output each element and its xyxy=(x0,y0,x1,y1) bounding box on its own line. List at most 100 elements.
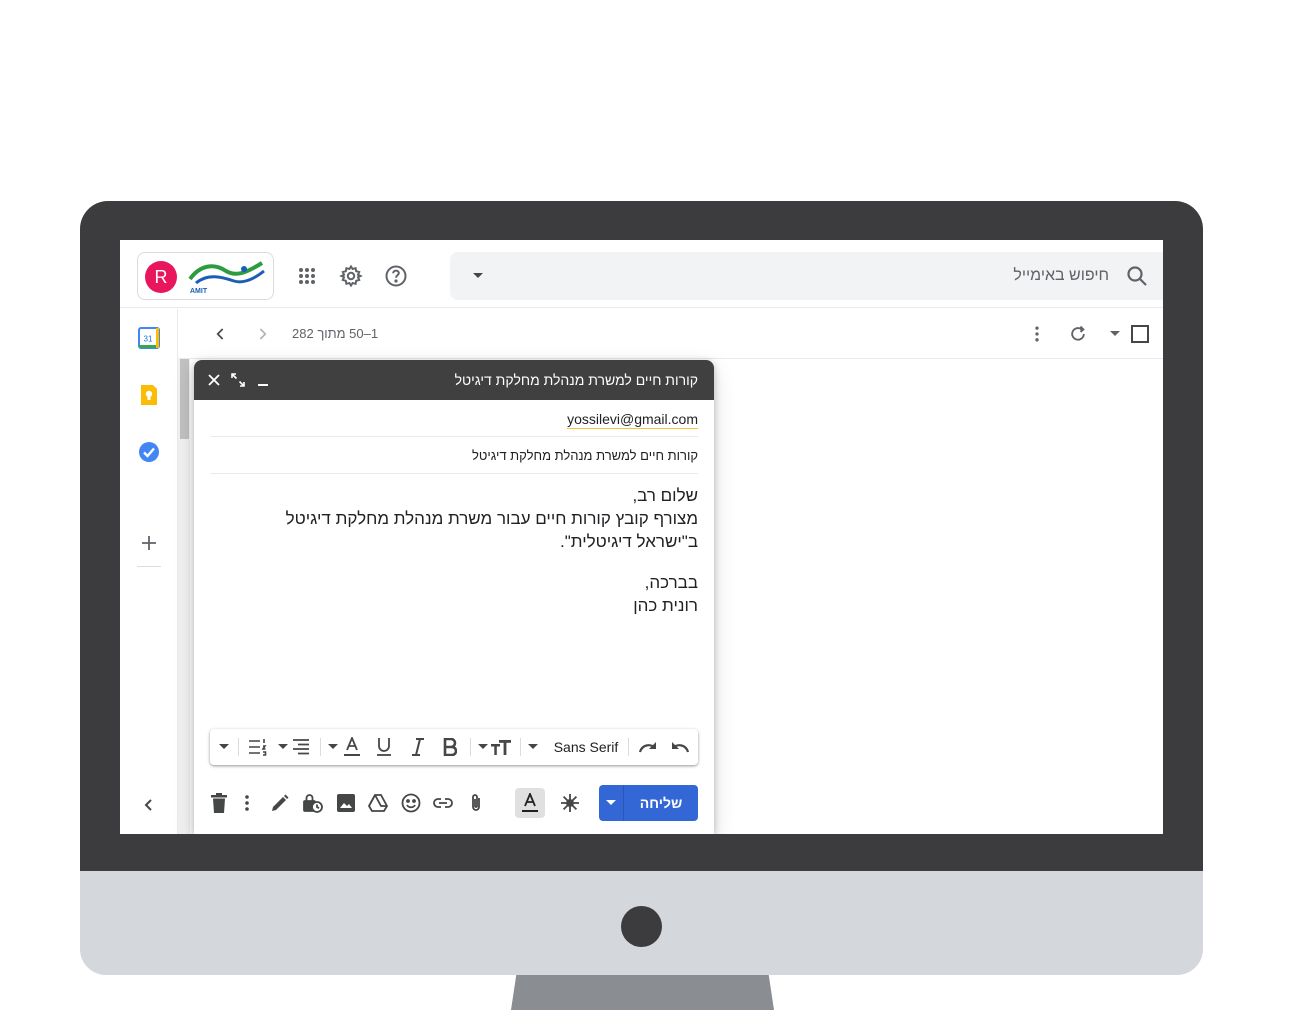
refresh-button[interactable] xyxy=(1066,322,1090,346)
send-button[interactable]: שליחה xyxy=(624,785,698,821)
insert-photo-button[interactable] xyxy=(334,791,358,815)
insert-link-button[interactable] xyxy=(431,791,455,815)
lock-clock-icon xyxy=(303,794,323,813)
more-options-icon xyxy=(245,795,249,811)
align-dropdown-icon xyxy=(278,744,288,749)
signature-button[interactable] xyxy=(268,791,292,815)
undo-button[interactable] xyxy=(668,735,692,759)
close-icon xyxy=(208,374,220,386)
align-icon xyxy=(293,739,309,755)
body-line: שלום רב, xyxy=(632,486,698,505)
fullscreen-button[interactable] xyxy=(228,370,248,390)
compose-header[interactable]: קורות חיים למשרת מנהלת מחלקת דיגיטל xyxy=(194,360,714,400)
close-button[interactable] xyxy=(204,370,224,390)
confidential-mode-button[interactable] xyxy=(301,791,325,815)
more-options-button[interactable] xyxy=(235,791,259,815)
undo-icon xyxy=(672,742,690,753)
discard-draft-button[interactable] xyxy=(207,791,231,815)
redo-button[interactable] xyxy=(636,735,660,759)
more-options-button[interactable] xyxy=(1025,322,1049,346)
numbered-list-button[interactable] xyxy=(246,735,270,759)
bold-button[interactable] xyxy=(438,735,462,759)
formatting-toolbar: Sans Serif xyxy=(210,729,698,765)
search-icon[interactable] xyxy=(1125,264,1149,288)
body-line: מצורף קובץ קורות חיים עבור משרת מנהלת מח… xyxy=(285,509,698,528)
collapse-icon[interactable] xyxy=(137,793,161,817)
compose-window: קורות חיים למשרת מנהלת מחלקת דיגיטל yoss… xyxy=(194,360,714,834)
text-color-dropdown[interactable] xyxy=(328,735,338,759)
help-button[interactable] xyxy=(376,256,416,296)
prev-page-button[interactable] xyxy=(209,322,233,346)
toolbar-divider xyxy=(628,738,629,756)
italic-icon xyxy=(412,738,424,756)
toolbar-divider xyxy=(238,738,239,756)
insert-drive-button[interactable] xyxy=(366,791,390,815)
attach-file-button[interactable] xyxy=(464,791,488,815)
formatting-toggle-icon xyxy=(522,793,538,812)
minimize-button[interactable] xyxy=(253,370,273,390)
minimize-icon xyxy=(258,384,268,386)
redo-icon xyxy=(638,742,656,753)
italic-button[interactable] xyxy=(406,735,430,759)
compose-title: קורות חיים למשרת מנהלת מחלקת דיגיטל xyxy=(454,372,698,388)
font-dropdown-icon xyxy=(528,744,538,749)
align-dropdown[interactable] xyxy=(278,735,288,759)
numbered-list-icon xyxy=(249,739,267,756)
keep-icon[interactable] xyxy=(137,383,161,407)
monitor-power-button xyxy=(621,906,662,947)
toolbar-divider xyxy=(320,738,321,756)
next-page-button[interactable] xyxy=(250,322,274,346)
screen: R AMIT חיפוש באימייל 31 1–50 מתוך 282 קו… xyxy=(120,240,1163,834)
subject-field[interactable]: קורות חיים למשרת מנהלת מחלקת דיגיטל xyxy=(210,437,698,474)
recipients-field[interactable]: yossilevi@gmail.com xyxy=(210,400,698,437)
tasks-icon[interactable] xyxy=(137,440,161,464)
insert-emoji-button[interactable] xyxy=(399,791,423,815)
scrollbar-thumb[interactable] xyxy=(180,359,189,439)
attach-icon xyxy=(472,794,480,811)
search-bar xyxy=(450,252,1163,300)
search-options-icon xyxy=(473,273,483,278)
more-vert-icon xyxy=(1035,326,1039,342)
text-color-button[interactable] xyxy=(340,735,364,759)
pagination-text: 1–50 מתוך 282 xyxy=(292,326,379,341)
message-list-toolbar: 1–50 מתוך 282 xyxy=(178,309,1163,359)
text-size-dropdown[interactable] xyxy=(478,735,488,759)
monitor-stand xyxy=(511,975,774,1010)
message-body[interactable]: שלום רב, מצורף קובץ קורות חיים עבור משרת… xyxy=(228,484,698,617)
body-line: ב"ישראל דיגיטלית". xyxy=(560,532,698,551)
text-size-button[interactable] xyxy=(490,735,512,759)
search-options-button[interactable] xyxy=(466,264,490,288)
drive-icon xyxy=(368,794,388,812)
help-me-write-button[interactable] xyxy=(558,791,582,815)
add-icon[interactable] xyxy=(137,531,161,555)
select-dropdown-icon xyxy=(1110,331,1120,336)
send-options-button[interactable] xyxy=(599,785,623,821)
subject-text[interactable]: קורות חיים למשרת מנהלת מחלקת דיגיטל xyxy=(472,448,698,463)
font-name: Sans Serif xyxy=(553,739,619,755)
font-dropdown[interactable] xyxy=(528,735,538,759)
account-chip[interactable]: R AMIT xyxy=(137,252,274,300)
recipient-chip[interactable]: yossilevi@gmail.com xyxy=(567,411,698,429)
send-button-group: שליחה xyxy=(599,785,698,821)
more-formatting-button[interactable] xyxy=(216,735,232,759)
settings-icon xyxy=(339,264,363,288)
underline-icon xyxy=(377,738,391,756)
font-family-select[interactable]: Sans Serif xyxy=(550,735,622,759)
settings-button[interactable] xyxy=(331,256,371,296)
avatar[interactable]: R xyxy=(145,261,177,293)
side-rail-divider xyxy=(137,566,161,567)
calendar-icon[interactable]: 31 xyxy=(137,326,161,350)
search-input[interactable] xyxy=(549,252,1109,300)
align-button[interactable] xyxy=(290,735,312,759)
text-size-icon xyxy=(491,740,511,755)
apps-button[interactable] xyxy=(287,256,327,296)
emoji-icon xyxy=(401,793,421,813)
organization-logo: AMIT xyxy=(188,261,265,295)
select-dropdown[interactable] xyxy=(1108,322,1122,346)
select-all-checkbox[interactable] xyxy=(1128,322,1152,346)
underline-button[interactable] xyxy=(372,735,396,759)
formatting-options-toggle[interactable] xyxy=(515,788,545,818)
link-icon xyxy=(433,798,453,808)
next-page-icon xyxy=(259,328,267,340)
